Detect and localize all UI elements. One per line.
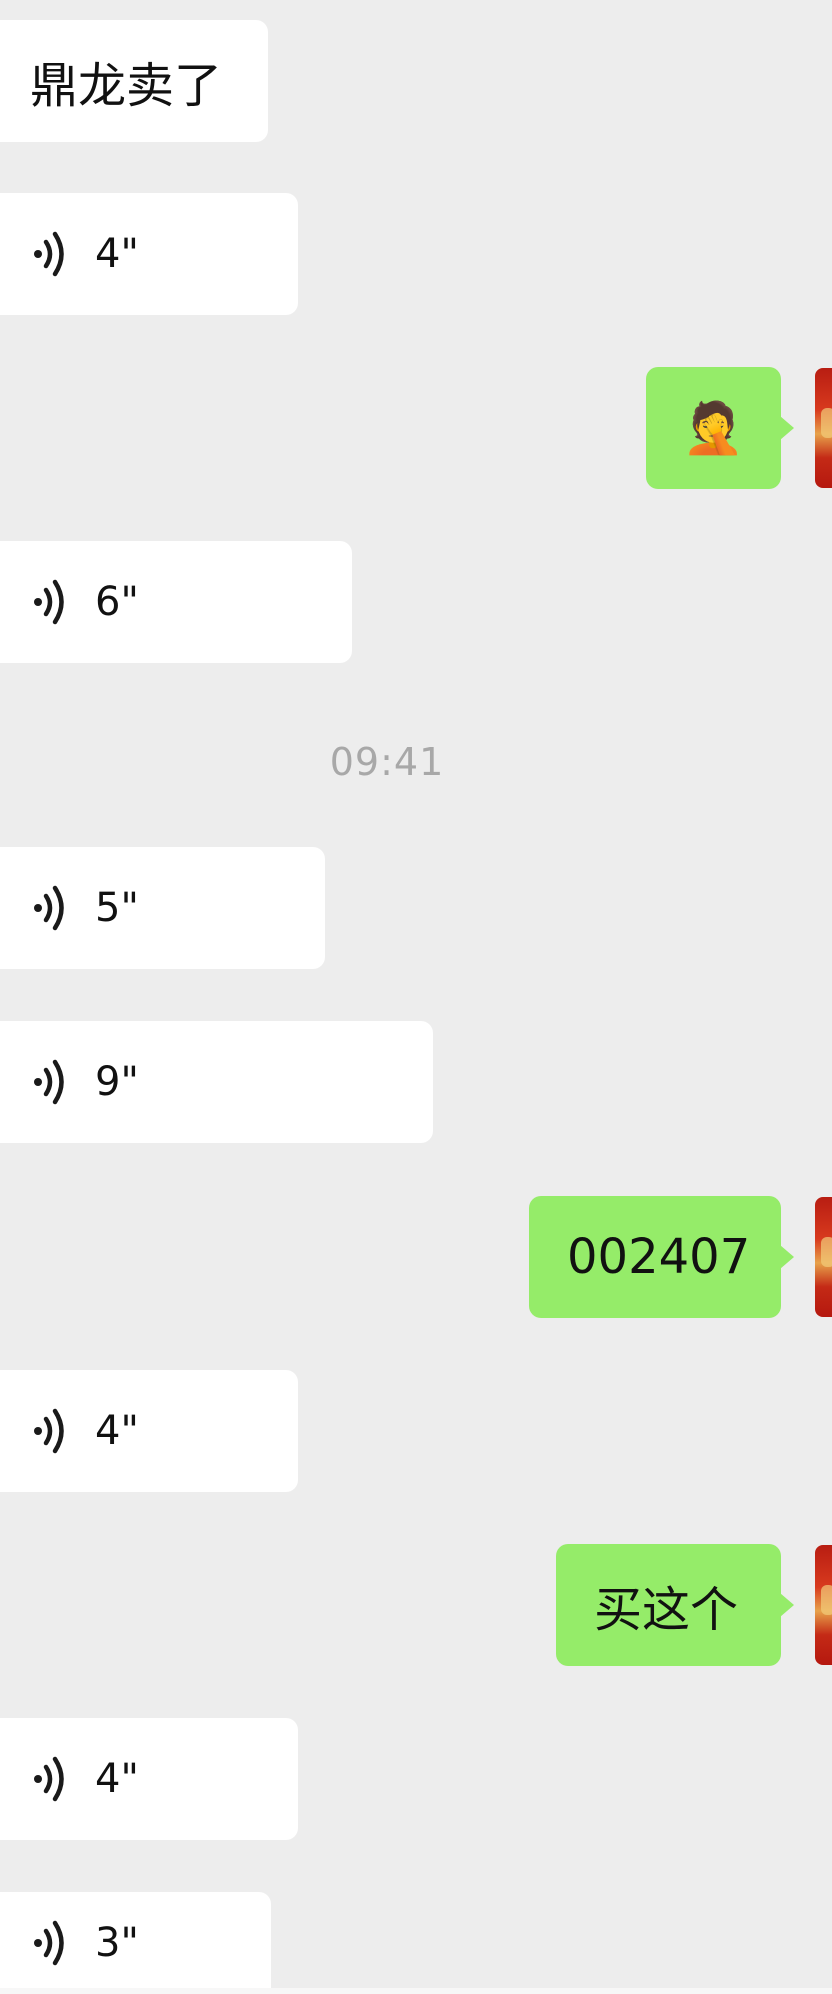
message-bubble-sent[interactable]: 买这个 xyxy=(556,1544,781,1666)
voice-wave-icon xyxy=(34,885,64,931)
message-bubble-sent[interactable]: 002407 xyxy=(529,1196,781,1318)
voice-duration: 6" xyxy=(95,579,139,625)
voice-wave-icon xyxy=(34,579,64,625)
voice-wave-icon xyxy=(34,1920,64,1966)
voice-duration: 4" xyxy=(95,231,139,277)
message-text: 002407 xyxy=(567,1229,751,1285)
voice-wave-icon xyxy=(34,1756,64,1802)
voice-message-bubble[interactable]: 3" xyxy=(0,1892,271,1994)
voice-message-bubble[interactable]: 4" xyxy=(0,193,298,315)
voice-message-bubble[interactable]: 9" xyxy=(0,1021,433,1143)
user-avatar[interactable] xyxy=(815,1545,832,1665)
voice-message-bubble[interactable]: 4" xyxy=(0,1718,298,1840)
message-text: 鼎龙卖了 xyxy=(30,58,223,114)
voice-message-bubble[interactable]: 5" xyxy=(0,847,325,969)
chat-timestamp: 09:41 xyxy=(329,740,445,784)
voice-message-bubble[interactable]: 6" xyxy=(0,541,352,663)
voice-duration: 4" xyxy=(95,1756,139,1802)
message-bubble-sent[interactable]: 🤦 xyxy=(646,367,781,489)
message-bubble-received[interactable]: 鼎龙卖了 xyxy=(0,20,268,142)
voice-message-bubble[interactable]: 4" xyxy=(0,1370,298,1492)
user-avatar[interactable] xyxy=(815,368,832,488)
voice-wave-icon xyxy=(34,231,64,277)
voice-duration: 9" xyxy=(95,1059,139,1105)
voice-duration: 4" xyxy=(95,1408,139,1454)
face-palm-emoji: 🤦 xyxy=(682,399,745,457)
message-text: 买这个 xyxy=(594,1582,739,1638)
user-avatar[interactable] xyxy=(815,1197,832,1317)
bottom-edge xyxy=(0,1988,832,1994)
voice-wave-icon xyxy=(34,1059,64,1105)
voice-duration: 5" xyxy=(95,885,139,931)
voice-wave-icon xyxy=(34,1408,64,1454)
voice-duration: 3" xyxy=(95,1920,139,1966)
